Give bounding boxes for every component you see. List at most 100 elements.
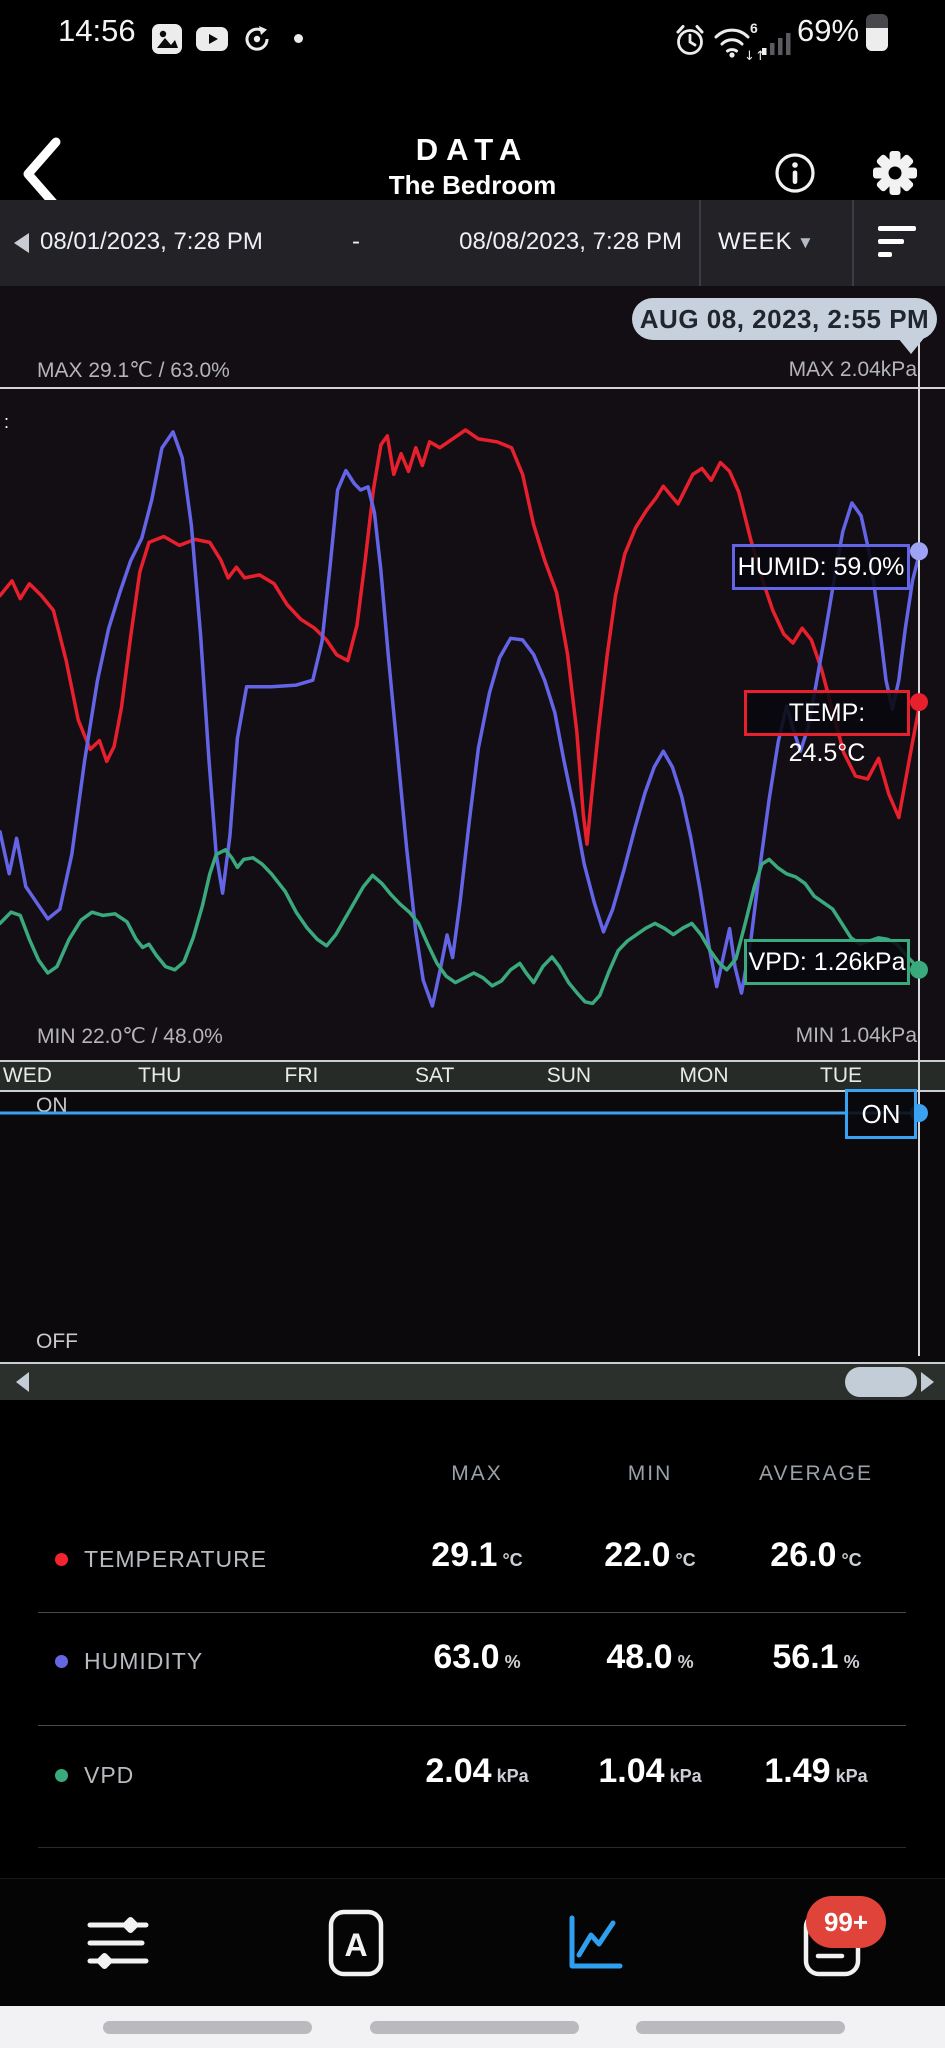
chart-min-right-label: MIN 1.04kPa bbox=[796, 1024, 917, 1048]
temp-unit: °C bbox=[675, 1550, 695, 1570]
vpd-unit: kPa bbox=[497, 1766, 529, 1786]
temp-min-value: 22.0 bbox=[604, 1536, 670, 1574]
stats-col-average: AVERAGE bbox=[741, 1462, 891, 1498]
date-range-bar: 08/01/2023, 7:28 PM - 08/08/2023, 7:28 P… bbox=[0, 200, 945, 286]
stats-row-label: HUMIDITY bbox=[84, 1648, 203, 1675]
cursor-tooltip-pointer bbox=[898, 338, 924, 354]
vpd-unit: kPa bbox=[836, 1766, 868, 1786]
battery-percent: 69% bbox=[797, 13, 859, 49]
chart-icon bbox=[562, 1911, 626, 1975]
nav-automation-tab[interactable]: A bbox=[286, 1879, 426, 2007]
temperature-dot bbox=[55, 1553, 68, 1566]
youtube-icon bbox=[196, 27, 230, 53]
status-bar: 14:56 6 ↓↑ bbox=[0, 0, 945, 62]
humid-avg-value: 56.1 bbox=[772, 1638, 838, 1676]
scroll-left-icon[interactable] bbox=[16, 1372, 29, 1392]
divider bbox=[38, 1612, 906, 1613]
wifi-arrows: ↓↑ bbox=[744, 49, 762, 62]
sort-filter-button[interactable] bbox=[878, 226, 922, 262]
cursor-tooltip: AUG 08, 2023, 2:55 PM bbox=[632, 298, 937, 340]
gear-icon bbox=[870, 148, 920, 198]
clock-time: 14:56 bbox=[58, 13, 136, 49]
cursor-vpd-label: VPD: 1.26kPa bbox=[744, 939, 910, 985]
wifi6-icon: 6 ↓↑ bbox=[712, 20, 762, 62]
sliders-icon bbox=[86, 1911, 150, 1975]
temp-unit: °C bbox=[502, 1550, 522, 1570]
cursor-power-label: ON bbox=[845, 1089, 917, 1139]
chevron-down-icon: ▼ bbox=[797, 233, 814, 253]
chart-horizontal-scrollbar[interactable] bbox=[0, 1364, 945, 1400]
period-label: WEEK bbox=[718, 228, 793, 256]
notification-dot bbox=[294, 34, 303, 43]
info-button[interactable] bbox=[772, 150, 818, 196]
prev-range-icon[interactable] bbox=[14, 233, 29, 253]
gesture-nav-bar bbox=[0, 2006, 945, 2048]
settings-button[interactable] bbox=[870, 148, 920, 198]
scrollbar-thumb[interactable] bbox=[845, 1367, 917, 1397]
chart-left-tick: : bbox=[4, 412, 9, 433]
humid-unit: % bbox=[844, 1652, 860, 1672]
vpd-unit: kPa bbox=[670, 1766, 702, 1786]
range-end-date: 08/08/2023, 7:28 PM bbox=[450, 228, 682, 256]
humid-min-value: 48.0 bbox=[606, 1638, 672, 1676]
stats-row-humidity: HUMIDITY 63.0% 48.0% 56.1% bbox=[0, 1622, 945, 1706]
axis-day-label: FRI bbox=[285, 1064, 319, 1088]
scroll-right-icon[interactable] bbox=[921, 1372, 934, 1392]
svg-text:A: A bbox=[344, 1927, 367, 1963]
axis-day-label: TUE bbox=[820, 1064, 862, 1088]
stats-row-label: TEMPERATURE bbox=[84, 1546, 267, 1573]
info-icon bbox=[772, 150, 818, 196]
nav-data-tab[interactable] bbox=[524, 1879, 664, 2007]
temp-unit: °C bbox=[841, 1550, 861, 1570]
stats-row-vpd: VPD 2.04kPa 1.04kPa 1.49kPa bbox=[0, 1736, 945, 1820]
cursor-temp-label: TEMP: 24.5°C bbox=[744, 690, 910, 736]
range-start-date: 08/01/2023, 7:28 PM bbox=[40, 228, 263, 256]
axis-day-label: WED bbox=[3, 1064, 52, 1088]
cursor-humid-label: HUMID: 59.0% bbox=[732, 544, 910, 590]
humid-max-value: 63.0 bbox=[433, 1638, 499, 1676]
humid-unit: % bbox=[505, 1652, 521, 1672]
axis-day-label: SAT bbox=[415, 1064, 454, 1088]
stats-col-max: MAX bbox=[402, 1462, 552, 1498]
vpd-dot bbox=[55, 1769, 68, 1782]
x-axis-band: WED THU FRI SAT SUN MON TUE bbox=[0, 1060, 945, 1092]
wifi6-label: 6 bbox=[750, 20, 758, 36]
period-dropdown[interactable]: WEEK ▼ bbox=[700, 200, 852, 286]
divider bbox=[38, 1847, 906, 1848]
a-mode-icon: A bbox=[328, 1909, 384, 1977]
chart-max-gridline bbox=[0, 387, 945, 389]
chart-min-left-label: MIN 22.0℃ / 48.0% bbox=[37, 1024, 223, 1049]
chart-max-right-label: MAX 2.04kPa bbox=[789, 358, 917, 382]
power-state-chart[interactable]: ON OFF bbox=[0, 1092, 945, 1364]
humid-unit: % bbox=[678, 1652, 694, 1672]
divider bbox=[38, 1725, 906, 1726]
battery-icon bbox=[866, 14, 888, 51]
nav-controls-tab[interactable] bbox=[48, 1879, 188, 2007]
sync-icon bbox=[242, 24, 274, 56]
stats-row-label: VPD bbox=[84, 1762, 134, 1789]
stats-col-min: MIN bbox=[575, 1462, 725, 1498]
notification-badge: 99+ bbox=[806, 1896, 886, 1948]
app-header: DATA The Bedroom bbox=[0, 62, 945, 200]
home-key[interactable] bbox=[370, 2021, 579, 2034]
divider bbox=[852, 200, 854, 286]
vpd-max-value: 2.04 bbox=[425, 1752, 491, 1790]
axis-day-label: MON bbox=[680, 1064, 729, 1088]
stats-row-temperature: TEMPERATURE 29.1°C 22.0°C 26.0°C bbox=[0, 1520, 945, 1604]
range-separator: - bbox=[352, 228, 360, 256]
alarm-icon bbox=[674, 23, 708, 57]
signal-icon bbox=[762, 28, 794, 56]
axis-day-label: SUN bbox=[547, 1064, 591, 1088]
chart-max-left-label: MAX 29.1℃ / 63.0% bbox=[37, 358, 230, 383]
humidity-dot bbox=[55, 1655, 68, 1668]
vpd-min-value: 1.04 bbox=[598, 1752, 664, 1790]
temp-avg-value: 26.0 bbox=[770, 1536, 836, 1574]
temp-max-value: 29.1 bbox=[431, 1536, 497, 1574]
back-key[interactable] bbox=[636, 2021, 845, 2034]
gallery-icon bbox=[152, 24, 184, 56]
recents-key[interactable] bbox=[103, 2021, 312, 2034]
axis-day-label: THU bbox=[138, 1064, 181, 1088]
power-on-axis-label: ON bbox=[36, 1094, 68, 1118]
phone-screen: 14:56 6 ↓↑ bbox=[0, 0, 945, 2048]
power-off-axis-label: OFF bbox=[36, 1330, 78, 1354]
